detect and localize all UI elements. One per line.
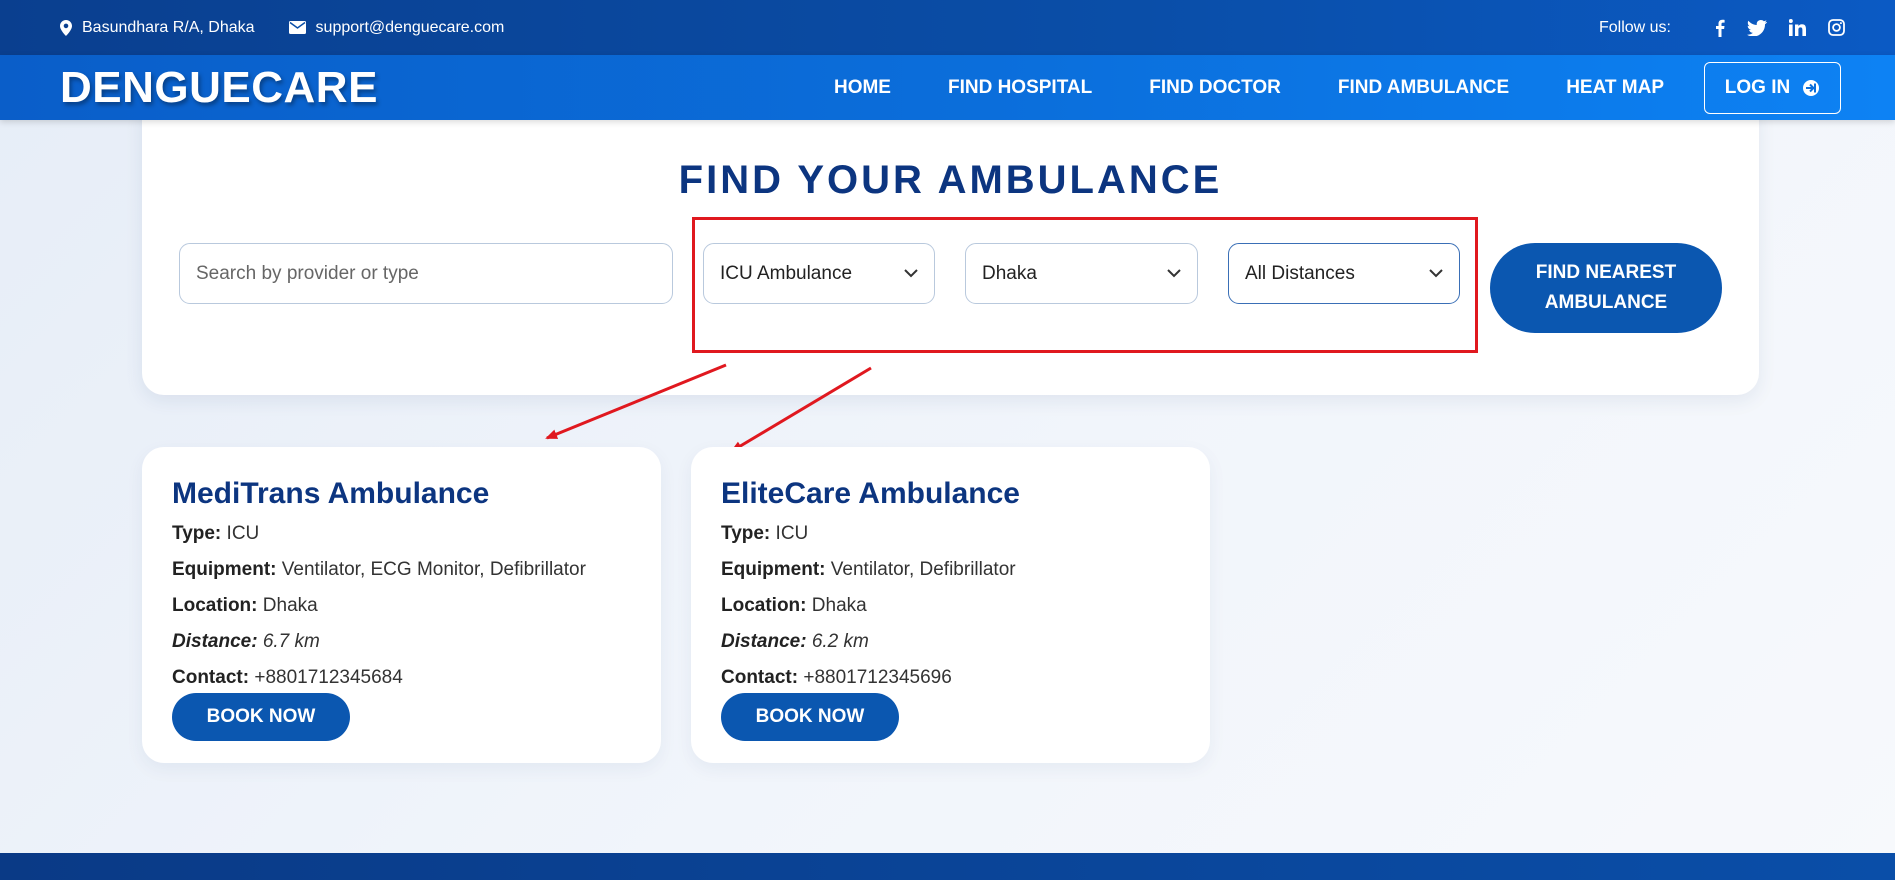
location-value: Dhaka bbox=[262, 595, 318, 616]
location-value: Dhaka bbox=[811, 595, 867, 616]
type-row: Type: ICU bbox=[172, 523, 259, 545]
type-label: Type: bbox=[721, 523, 771, 544]
type-label: Type: bbox=[172, 523, 222, 544]
equipment-row: Equipment: Ventilator, ECG Monitor, Defi… bbox=[172, 559, 586, 581]
brand-logo[interactable]: DENGUECARE bbox=[60, 63, 378, 113]
nav-home[interactable]: HOME bbox=[834, 77, 891, 99]
type-value: ICU bbox=[226, 523, 260, 544]
book-now-button[interactable]: BOOK NOW bbox=[721, 693, 899, 741]
find-nearest-ambulance-button[interactable]: FIND NEAREST AMBULANCE bbox=[1490, 243, 1722, 333]
instagram-icon[interactable] bbox=[1828, 19, 1845, 36]
twitter-icon[interactable] bbox=[1747, 19, 1767, 36]
address-text: Basundhara R/A, Dhaka bbox=[82, 18, 255, 36]
location-pin-icon bbox=[60, 19, 72, 36]
contact-label: Contact: bbox=[721, 667, 799, 688]
distance-value: 6.7 km bbox=[262, 631, 320, 652]
login-button[interactable]: LOG IN bbox=[1704, 61, 1841, 114]
login-label: LOG IN bbox=[1724, 76, 1791, 98]
address-contact: Basundhara R/A, Dhaka bbox=[60, 19, 255, 37]
equipment-label: Equipment: bbox=[721, 559, 826, 580]
page-title: FIND YOUR AMBULANCE bbox=[678, 158, 1223, 202]
nav-find-ambulance[interactable]: FIND AMBULANCE bbox=[1338, 77, 1509, 99]
distance-row: Distance: 6.7 km bbox=[172, 631, 320, 653]
ambulance-card: EliteCare Ambulance Type: ICU Equipment:… bbox=[691, 447, 1210, 763]
nav-find-hospital[interactable]: FIND HOSPITAL bbox=[948, 77, 1092, 99]
contact-value: +8801712345684 bbox=[254, 667, 403, 688]
equipment-row: Equipment: Ventilator, Defibrillator bbox=[721, 559, 1016, 581]
linkedin-icon[interactable] bbox=[1789, 19, 1806, 36]
location-row: Location: Dhaka bbox=[172, 595, 318, 617]
distance-label: Distance: bbox=[721, 631, 807, 652]
type-value: ICU bbox=[775, 523, 809, 544]
location-row: Location: Dhaka bbox=[721, 595, 867, 617]
follow-label: Follow us: bbox=[1598, 18, 1671, 36]
search-input[interactable] bbox=[179, 243, 673, 304]
location-label: Location: bbox=[172, 595, 258, 616]
nav-menu: HOME FIND HOSPITAL FIND DOCTOR FIND AMBU… bbox=[777, 61, 1841, 114]
location-label: Location: bbox=[721, 595, 807, 616]
top-info-bar: Basundhara R/A, Dhaka support@denguecare… bbox=[0, 0, 1895, 55]
nav-heat-map[interactable]: HEAT MAP bbox=[1566, 77, 1664, 99]
find-button-line1: FIND NEAREST bbox=[1535, 262, 1677, 283]
email-contact[interactable]: support@denguecare.com bbox=[288, 19, 505, 37]
ambulance-name: EliteCare Ambulance bbox=[721, 477, 1020, 510]
login-icon bbox=[1803, 79, 1820, 96]
facebook-icon[interactable] bbox=[1715, 19, 1725, 37]
book-now-button[interactable]: BOOK NOW bbox=[172, 693, 350, 741]
distance-row: Distance: 6.2 km bbox=[721, 631, 869, 653]
equipment-value: Ventilator, Defibrillator bbox=[830, 559, 1016, 580]
nav-find-doctor[interactable]: FIND DOCTOR bbox=[1149, 77, 1281, 99]
ambulance-card: MediTrans Ambulance Type: ICU Equipment:… bbox=[142, 447, 661, 763]
contact-value: +8801712345696 bbox=[803, 667, 952, 688]
equipment-value: Ventilator, ECG Monitor, Defibrillator bbox=[281, 559, 586, 580]
equipment-label: Equipment: bbox=[172, 559, 277, 580]
email-text[interactable]: support@denguecare.com bbox=[316, 19, 505, 37]
type-row: Type: ICU bbox=[721, 523, 808, 545]
contact-row: Contact: +8801712345684 bbox=[172, 667, 403, 689]
find-button-line2: AMBULANCE bbox=[1544, 292, 1668, 313]
envelope-icon bbox=[288, 21, 306, 34]
distance-value: 6.2 km bbox=[811, 631, 869, 652]
contact-label: Contact: bbox=[172, 667, 250, 688]
footer-bar bbox=[0, 853, 1895, 880]
main-navbar: DENGUECARE HOME FIND HOSPITAL FIND DOCTO… bbox=[0, 55, 1895, 120]
contact-row: Contact: +8801712345696 bbox=[721, 667, 952, 689]
ambulance-name: MediTrans Ambulance bbox=[172, 477, 490, 510]
distance-label: Distance: bbox=[172, 631, 258, 652]
annotation-highlight-box bbox=[692, 217, 1478, 353]
